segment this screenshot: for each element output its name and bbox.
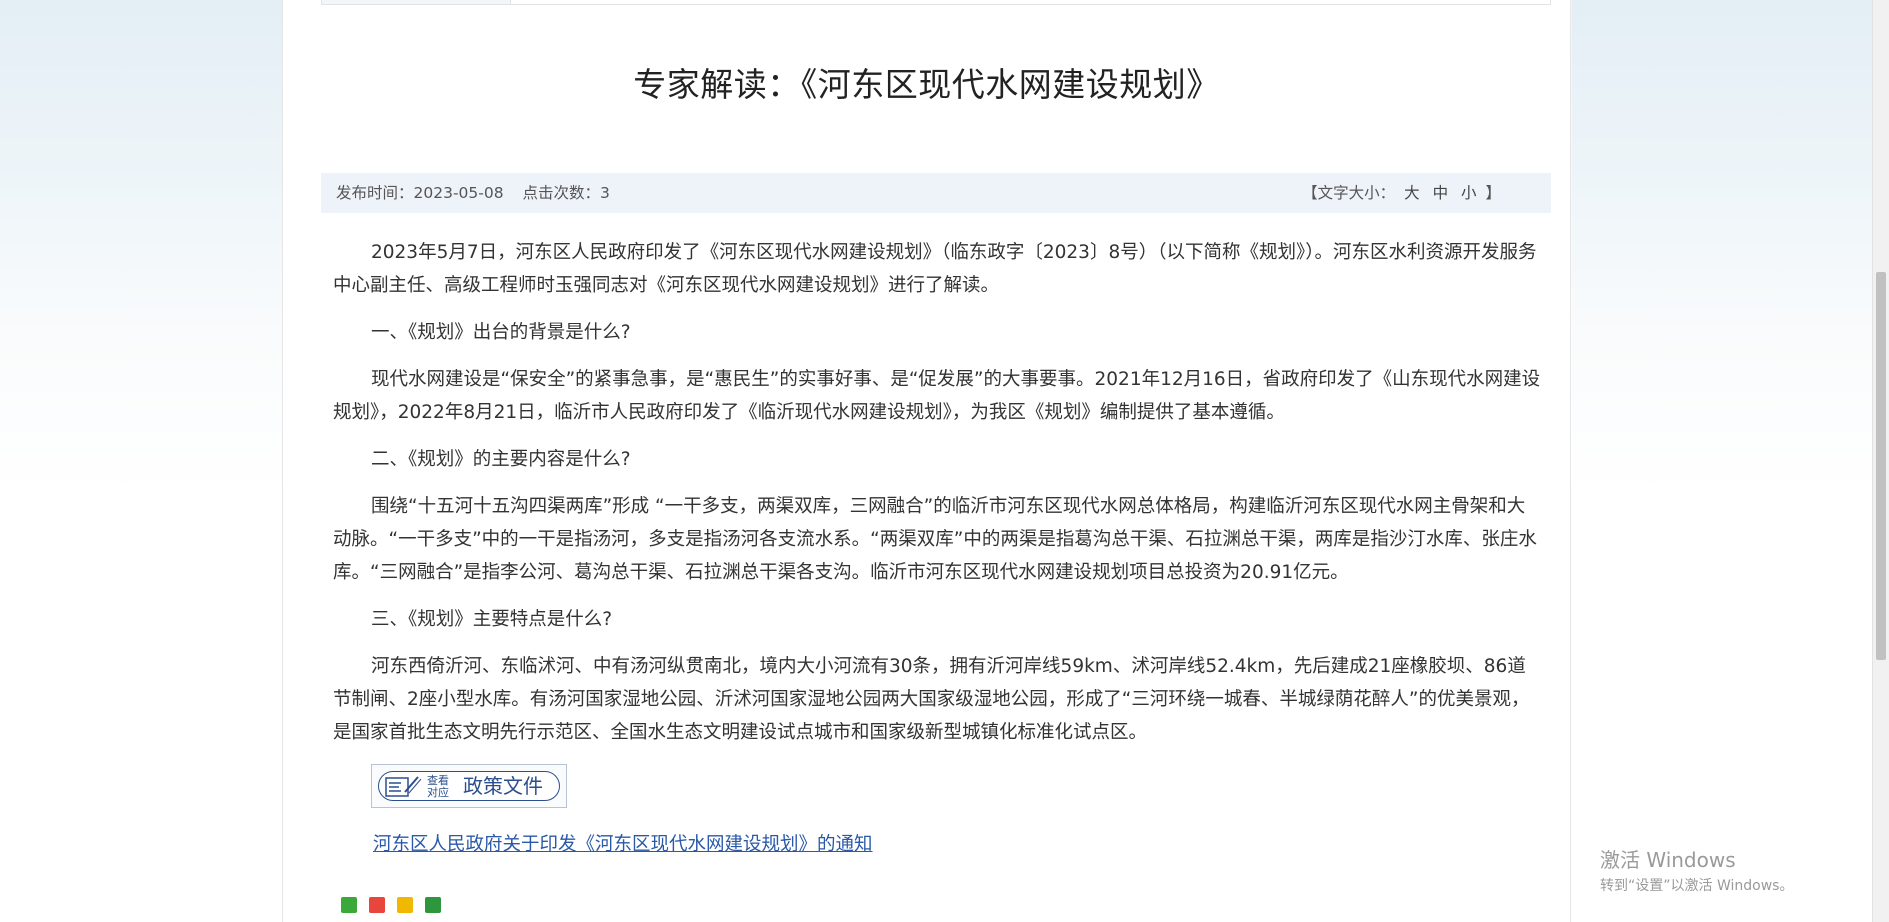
paragraph-main-content: 围绕“十五河十五沟四渠两库”形成 “一干多支，两渠双库，三网融合”的临沂市河东区…	[333, 496, 1537, 583]
policy-document-link[interactable]: 河东区人民政府关于印发《河东区现代水网建设规划》的通知	[373, 830, 873, 856]
font-size-large-button[interactable]: 大	[1404, 184, 1420, 202]
view-policy-document-button[interactable]: 查看 对应 政策文件	[371, 764, 567, 808]
watermark-line2: 转到“设置”以激活 Windows。	[1600, 878, 1794, 894]
breadcrumb	[321, 0, 1551, 5]
background-right	[1572, 0, 1872, 922]
policy-button-label: 政策文件	[463, 774, 543, 798]
policy-button-frame: 查看 对应 政策文件	[378, 771, 560, 801]
click-count: 点击次数：3	[522, 184, 610, 202]
policy-button-small-line2: 对应	[427, 786, 449, 799]
publish-time: 发布时间：2023-05-08	[336, 184, 504, 202]
weibo-icon[interactable]	[369, 897, 386, 913]
paragraph-features: 河东西倚沂河、东临沭河、中有汤河纵贯南北，境内大小河流有30条，拥有沂河岸线59…	[333, 656, 1530, 743]
article-page: 专家解读：《河东区现代水网建设规划》 发布时间：2023-05-08 点击次数：…	[282, 0, 1571, 922]
article-meta-bar: 发布时间：2023-05-08 点击次数：3 【文字大小： 大 中 小 】	[321, 173, 1551, 213]
scrollbar-thumb[interactable]	[1876, 272, 1886, 660]
policy-button-small-text: 查看 对应	[427, 775, 457, 799]
section-heading-3: 三、《规划》主要特点是什么?	[371, 609, 613, 630]
background-left	[0, 0, 282, 922]
font-size-controls: 【文字大小： 大 中 小 】	[1302, 173, 1501, 213]
font-size-medium-button[interactable]: 中	[1433, 184, 1449, 202]
section-heading-1: 一、《规划》出台的背景是什么?	[371, 322, 631, 343]
document-pen-icon	[385, 776, 422, 797]
font-size-small-button[interactable]: 小	[1461, 184, 1477, 202]
paragraph-intro: 2023年5月7日，河东区人民政府印发了《河东区现代水网建设规划》（临东政字〔2…	[333, 242, 1537, 296]
section-heading-2: 二、《规划》的主要内容是什么?	[371, 449, 631, 470]
watermark-line1: 激活 Windows	[1600, 848, 1736, 872]
page-title: 专家解读：《河东区现代水网建设规划》	[633, 65, 1220, 104]
qzone-icon[interactable]	[397, 897, 414, 913]
wechat-icon[interactable]	[341, 897, 357, 913]
douban-icon[interactable]	[425, 897, 442, 913]
font-size-label-close: 】	[1485, 184, 1501, 202]
share-icons	[341, 897, 448, 915]
windows-activation-watermark: 激活 Windows 转到“设置”以激活 Windows。	[1600, 848, 1793, 896]
article-content: 2023年5月7日，河东区人民政府印发了《河东区现代水网建设规划》（临东政字〔2…	[333, 236, 1543, 763]
breadcrumb-segment	[322, 0, 511, 4]
vertical-scrollbar[interactable]	[1872, 0, 1889, 922]
meta-left: 发布时间：2023-05-08 点击次数：3	[336, 173, 624, 213]
font-size-label: 【文字大小：	[1302, 184, 1396, 202]
paragraph-background: 现代水网建设是“保安全”的紧事急事，是“惠民生”的实事好事、是“促发展”的大事要…	[333, 369, 1541, 423]
